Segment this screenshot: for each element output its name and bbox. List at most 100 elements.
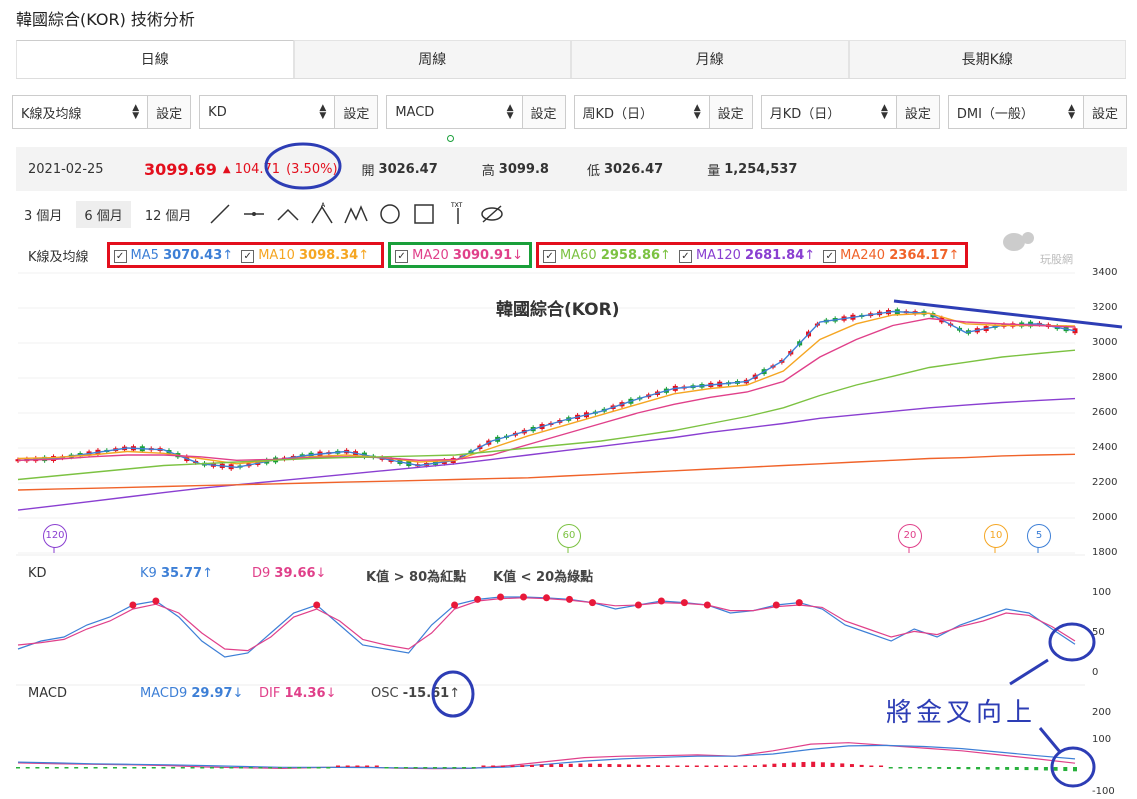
settings-button[interactable]: 設定 bbox=[521, 96, 565, 128]
osc-bar bbox=[16, 767, 20, 769]
osc-bar bbox=[976, 767, 981, 770]
osc-bar bbox=[675, 765, 680, 767]
angle-line-icon[interactable] bbox=[274, 200, 302, 228]
indicator-select[interactable]: MACD ▲ ▼ bbox=[387, 96, 521, 128]
osc-bar bbox=[791, 762, 796, 767]
osc-bar bbox=[694, 765, 699, 767]
indicator-select[interactable]: 月KD（日） ▲ ▼ bbox=[762, 96, 896, 128]
ma-arrow: ↑ bbox=[804, 247, 816, 263]
indicator-selector-row: K線及均線 ▲ ▼ 設定 KD ▲ ▼ 設定 MACD ▲ ▼ 設定 周KD（日） ▲ ▼ 設定… bbox=[12, 95, 1128, 129]
tab-long-term[interactable]: 長期K線 bbox=[848, 40, 1126, 78]
ma-arrow: ↑ bbox=[222, 247, 234, 263]
abc-pattern-icon[interactable]: A bbox=[308, 200, 336, 228]
range-6m-button[interactable]: 6 個月 bbox=[76, 200, 131, 228]
osc-bar bbox=[685, 765, 690, 767]
osc-bar bbox=[171, 767, 176, 769]
settings-button[interactable]: 設定 bbox=[1083, 96, 1127, 128]
dif-value: 14.36 bbox=[284, 686, 326, 701]
settings-button[interactable]: 設定 bbox=[334, 96, 378, 128]
kd-red-dot bbox=[565, 595, 573, 603]
wave-pattern-icon[interactable] bbox=[342, 200, 370, 228]
osc-bar bbox=[1073, 767, 1077, 772]
checkbox-icon[interactable]: ✓ bbox=[241, 249, 255, 263]
tab-monthly[interactable]: 月線 bbox=[571, 40, 849, 78]
axis-tick: 2000 bbox=[1092, 512, 1118, 523]
checkbox-icon[interactable]: ✓ bbox=[823, 249, 837, 263]
checkbox-icon[interactable]: ✓ bbox=[395, 249, 409, 263]
k-name: K9 bbox=[140, 566, 157, 581]
osc-bar bbox=[811, 761, 816, 767]
osc-arrow: ↑ bbox=[449, 686, 461, 701]
hide-eye-icon[interactable] bbox=[478, 200, 506, 228]
checkbox-icon[interactable]: ✓ bbox=[543, 249, 557, 263]
macd-axis-tick: -100 bbox=[1092, 786, 1115, 797]
tab-daily[interactable]: 日線 bbox=[16, 40, 294, 78]
indicator-select[interactable]: DMI（一般） ▲ ▼ bbox=[949, 96, 1083, 128]
select-value: MACD bbox=[395, 104, 435, 120]
ma120-item[interactable]: ✓ MA120 2681.84↑ bbox=[678, 247, 816, 263]
horizontal-line-icon[interactable] bbox=[240, 200, 268, 228]
kd-red-dot bbox=[772, 601, 780, 609]
ma-value: 3090.91 bbox=[452, 247, 513, 263]
ma-legend-label: K線及均線 bbox=[28, 249, 89, 265]
quote-date: 2021-02-25 bbox=[28, 161, 104, 177]
trend-line-icon[interactable] bbox=[206, 200, 234, 228]
up-triangle-icon: ▲ bbox=[222, 163, 231, 175]
text-tool-icon[interactable]: TXT bbox=[444, 200, 472, 228]
ma60-item[interactable]: ✓ MA60 2958.86↑ bbox=[543, 248, 671, 263]
osc-bar bbox=[966, 767, 971, 770]
updown-icon: ▲ ▼ bbox=[319, 103, 327, 121]
osc-bar bbox=[277, 767, 282, 769]
macd-lines bbox=[17, 742, 1076, 770]
ma20-item[interactable]: ✓ MA20 3090.91↓ bbox=[395, 248, 523, 263]
osc-bar bbox=[782, 763, 787, 767]
osc-bar bbox=[898, 767, 903, 769]
kd-axis-tick: 100 bbox=[1092, 587, 1112, 598]
osc-bar bbox=[345, 765, 350, 767]
kd-dots bbox=[129, 593, 803, 609]
indicator-select[interactable]: KD ▲ ▼ bbox=[200, 96, 334, 128]
circle-tool-icon[interactable] bbox=[376, 200, 404, 228]
osc-bar bbox=[365, 765, 370, 767]
ma240-item[interactable]: ✓ MA240 2364.17↑ bbox=[823, 248, 959, 263]
settings-button[interactable]: 設定 bbox=[147, 96, 191, 128]
tab-weekly[interactable]: 周線 bbox=[293, 40, 571, 78]
updown-icon: ▲ ▼ bbox=[132, 103, 140, 121]
d-name: D9 bbox=[252, 566, 271, 581]
ma-arrow: ↑ bbox=[660, 247, 671, 263]
osc-bar bbox=[820, 762, 825, 767]
osc-bar bbox=[908, 767, 913, 769]
ma20-marker: 20 bbox=[898, 524, 922, 548]
checkbox-icon[interactable]: ✓ bbox=[678, 249, 692, 263]
drag-handle-icon[interactable] bbox=[447, 135, 454, 142]
osc-bar bbox=[209, 767, 214, 769]
osc-bar bbox=[258, 767, 263, 769]
osc-bar bbox=[500, 765, 505, 767]
osc-bar bbox=[122, 767, 127, 769]
ma-markers bbox=[53, 545, 1039, 553]
osc-bar bbox=[491, 765, 496, 767]
range-3m-button[interactable]: 3 個月 bbox=[16, 201, 70, 228]
osc-bar bbox=[888, 767, 893, 769]
rectangle-tool-icon[interactable] bbox=[410, 200, 438, 228]
indicator-select[interactable]: K線及均線 ▲ ▼ bbox=[13, 96, 147, 128]
ma10-item[interactable]: ✓ MA10 3098.34↑ bbox=[241, 248, 369, 263]
osc-bar bbox=[93, 767, 98, 769]
osc-bar bbox=[733, 765, 738, 767]
macd-axis-tick: 200 bbox=[1092, 707, 1112, 718]
settings-button[interactable]: 設定 bbox=[708, 96, 752, 128]
axis-tick: 2600 bbox=[1092, 407, 1118, 418]
osc-bar bbox=[355, 765, 360, 767]
range-12m-button[interactable]: 12 個月 bbox=[137, 201, 200, 228]
osc-bar bbox=[549, 764, 554, 767]
checkbox-icon[interactable]: ✓ bbox=[113, 249, 127, 263]
ma5-item[interactable]: ✓ MA5 3070.43↑ bbox=[113, 247, 234, 263]
ma-name: MA5 bbox=[130, 247, 159, 263]
kd-red-dot bbox=[313, 601, 321, 609]
updown-icon: ▲ ▼ bbox=[506, 103, 514, 121]
osc-bar bbox=[103, 767, 108, 769]
osc-bar bbox=[384, 767, 389, 769]
osc-bar bbox=[112, 767, 117, 769]
settings-button[interactable]: 設定 bbox=[895, 96, 939, 128]
indicator-select[interactable]: 周KD（日） ▲ ▼ bbox=[575, 96, 709, 128]
